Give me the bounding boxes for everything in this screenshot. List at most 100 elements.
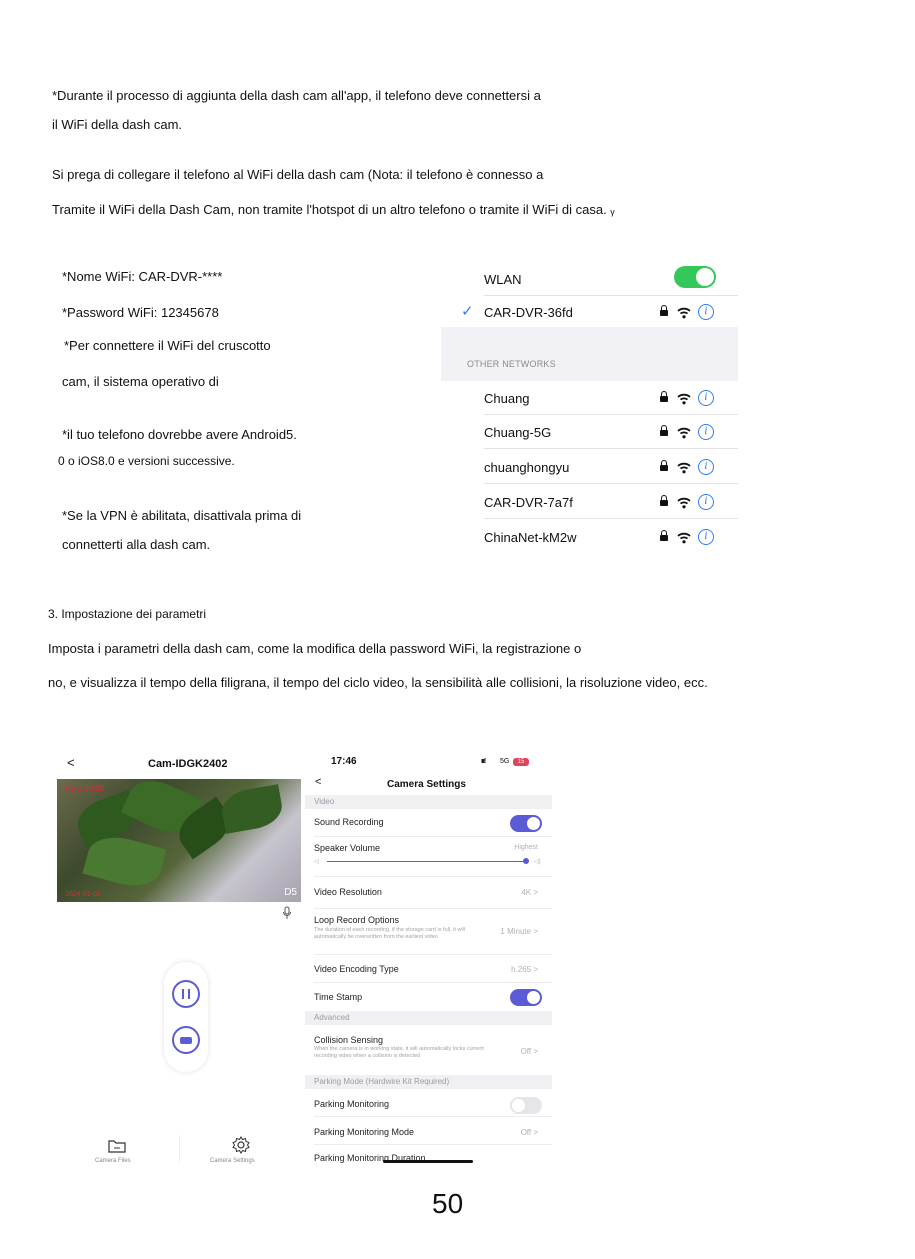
wlan-screenshot: WLAN ✓ CAR-DVR-36fd i OTHER NETWORKS Chu… — [441, 263, 738, 560]
section-3-body-1: Imposta i parametri della dash cam, come… — [48, 641, 582, 656]
network-icons: i — [660, 390, 716, 408]
lock-icon — [660, 530, 668, 541]
microphone-icon[interactable] — [282, 906, 292, 920]
network-row[interactable]: ChinaNet-kM2w i — [441, 521, 738, 554]
info-icon[interactable]: i — [698, 529, 714, 545]
sound-recording-row[interactable]: Sound Recording — [305, 810, 552, 837]
back-button[interactable]: < — [315, 776, 321, 788]
wlan-toggle-row[interactable]: WLAN — [441, 263, 738, 296]
wifi-icon — [677, 497, 691, 509]
intro-line-3: Si prega di collegare il telefono al WiF… — [52, 167, 544, 182]
folder-icon[interactable] — [107, 1138, 127, 1154]
connected-network-name: CAR-DVR-36fd — [484, 305, 573, 320]
home-indicator — [383, 1160, 473, 1163]
volume-low-icon: ◁ — [314, 859, 319, 865]
parking-monitoring-label: Parking Monitoring — [314, 1099, 390, 1109]
time-stamp-row[interactable]: Time Stamp — [305, 983, 552, 1011]
parking-monitoring-toggle[interactable] — [510, 1097, 542, 1114]
back-button[interactable]: < — [67, 755, 75, 770]
record-controls — [164, 962, 208, 1072]
video-encoding-label: Video Encoding Type — [314, 964, 399, 974]
wifi-name-text: *Nome WiFi: CAR-DVR-**** — [62, 269, 223, 284]
time-stamp-label: Time Stamp — [314, 992, 363, 1002]
parking-monitoring-row[interactable]: Parking Monitoring — [305, 1089, 552, 1117]
wlan-connected-row[interactable]: ✓ CAR-DVR-36fd i — [441, 296, 738, 329]
info-icon[interactable]: i — [698, 424, 714, 440]
gear-icon[interactable] — [232, 1136, 250, 1154]
network-name: ChinaNet-kM2w — [484, 530, 577, 545]
network-row[interactable]: chuanghongyu i — [441, 451, 738, 484]
speaker-volume-value: Highest — [514, 844, 538, 851]
network-icons: i — [660, 304, 716, 322]
wifi-icon — [677, 532, 691, 544]
section-advanced: Advanced — [305, 1011, 552, 1025]
intro-line-2: il WiFi della dash cam. — [52, 117, 183, 132]
network-icons: i — [660, 424, 716, 442]
camera-settings-screenshot: 17:46 ııı! 5G 15 < Camera Settings Video… — [305, 752, 552, 1170]
loop-record-description: The duration of each recording, if the s… — [314, 927, 466, 940]
wifi-note-2a: *il tuo telefono dovrebbe avere Android5… — [62, 427, 297, 442]
tab-camera-settings[interactable]: Camera Settings — [210, 1158, 255, 1164]
video-resolution-row[interactable]: Video Resolution 4K > — [305, 877, 552, 909]
video-resolution-value: 4K > — [521, 888, 538, 897]
info-icon[interactable]: i — [698, 304, 714, 320]
wifi-icon — [677, 427, 691, 439]
wifi-note-3b: connetterti alla dash cam. — [62, 537, 211, 552]
network-row[interactable]: Chuang i — [441, 382, 738, 415]
parking-mode-value: Off > — [520, 1128, 538, 1137]
pause-button[interactable] — [172, 980, 200, 1008]
battery-icon: 15 — [513, 758, 529, 766]
app-live-view-screenshot: < Cam-IDGK2402 REC 00:00 2024-01-01 D5 C… — [55, 752, 303, 1170]
sound-recording-label: Sound Recording — [314, 817, 384, 827]
lock-icon — [660, 305, 668, 316]
video-encoding-value: h.265 > — [511, 965, 538, 974]
snapshot-button[interactable] — [172, 1026, 200, 1054]
volume-slider-thumb[interactable] — [523, 858, 529, 864]
collision-sensing-row[interactable]: Collision Sensing When the camera is in … — [305, 1025, 552, 1075]
lock-icon — [660, 495, 668, 506]
loop-record-row[interactable]: Loop Record Options The duration of each… — [305, 909, 552, 955]
loop-record-label: Loop Record Options — [314, 915, 400, 925]
parking-mode-label: Parking Monitoring Mode — [314, 1127, 415, 1137]
wlan-toggle[interactable] — [674, 266, 716, 288]
checkmark-icon: ✓ — [461, 303, 474, 320]
info-icon[interactable]: i — [698, 494, 714, 510]
wifi-icon — [677, 462, 691, 474]
parking-duration-row[interactable]: Parking Monitoring Duration — [305, 1145, 552, 1170]
network-name: Chuang — [484, 391, 530, 406]
section-video: Video — [305, 795, 552, 809]
info-icon[interactable]: i — [698, 459, 714, 475]
divider — [484, 483, 738, 484]
time-stamp-toggle[interactable] — [510, 989, 542, 1006]
volume-slider-track[interactable] — [327, 861, 527, 862]
camera-icon — [180, 1037, 192, 1044]
signal-icon: ııı! — [481, 758, 486, 765]
collision-sensing-value: Off > — [520, 1047, 538, 1056]
collision-sensing-label: Collision Sensing — [314, 1035, 384, 1045]
fullscreen-icon[interactable]: D5 — [284, 887, 297, 898]
video-encoding-row[interactable]: Video Encoding Type h.265 > — [305, 955, 552, 983]
network-row[interactable]: CAR-DVR-7a7f i — [441, 486, 738, 519]
section-3-heading: 3. Impostazione dei parametri — [48, 607, 207, 621]
network-row[interactable]: Chuang-5G i — [441, 416, 738, 449]
speaker-volume-label: Speaker Volume — [314, 843, 381, 853]
network-type: 5G — [500, 758, 510, 765]
page-number: 50 — [432, 1188, 464, 1219]
divider — [179, 1135, 180, 1163]
camera-live-feed[interactable]: REC 00:00 2024-01-01 D5 — [57, 779, 301, 902]
wifi-password-text: *Password WiFi: 12345678 — [62, 305, 219, 320]
wlan-top-group: WLAN ✓ CAR-DVR-36fd i — [441, 263, 738, 327]
wifi-note-1b: cam, il sistema operativo di — [62, 374, 219, 389]
loop-record-value: 1 Minute > — [500, 927, 538, 936]
parking-mode-row[interactable]: Parking Monitoring Mode Off > — [305, 1117, 552, 1145]
info-icon[interactable]: i — [698, 390, 714, 406]
sound-recording-toggle[interactable] — [510, 815, 542, 832]
lock-icon — [660, 425, 668, 436]
pause-icon — [182, 989, 184, 999]
camera-title: Cam-IDGK2402 — [148, 758, 228, 770]
lock-icon — [660, 460, 668, 471]
network-icons: i — [660, 529, 716, 547]
tab-camera-files[interactable]: Camera Files — [95, 1158, 131, 1164]
wlan-title: WLAN — [484, 272, 522, 287]
timestamp-overlay: 2024-01-01 — [65, 891, 101, 898]
